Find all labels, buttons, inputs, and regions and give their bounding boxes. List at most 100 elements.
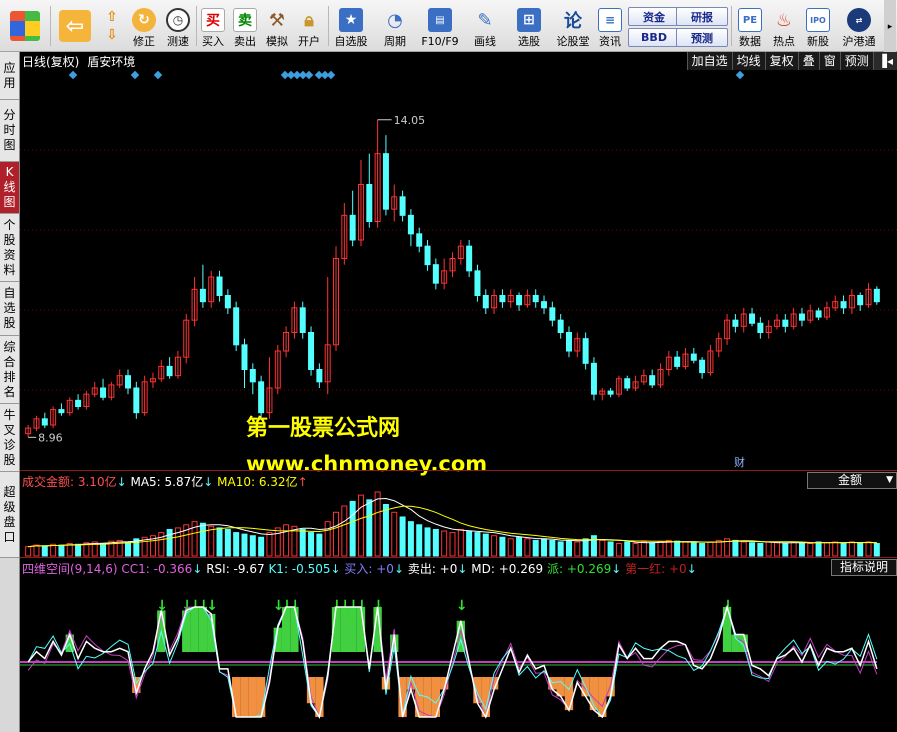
chevron-right-icon: ▸ — [887, 22, 893, 32]
down-arrow-icon: ↓ — [611, 562, 622, 576]
back-button[interactable]: ⇦ — [56, 3, 94, 49]
volume-bar — [524, 538, 531, 557]
candle-body — [407, 214, 414, 235]
volume-bar — [516, 536, 523, 557]
down-arrow-icon: ↓ — [330, 562, 341, 576]
candle-body — [649, 375, 656, 386]
down-arrow-icon: ↓ — [192, 562, 203, 576]
volume-bar — [316, 533, 323, 557]
candle-body — [749, 313, 756, 324]
candle-body — [424, 245, 431, 266]
volume-bar — [507, 538, 514, 557]
volume-bar — [857, 542, 864, 557]
candle-body — [382, 153, 389, 210]
volume-bar — [357, 494, 364, 557]
tab-ranking[interactable]: 综合排名 — [0, 336, 19, 404]
candle-body — [125, 375, 132, 389]
research-report-button[interactable]: 研报 — [676, 7, 728, 26]
volume-bar — [482, 533, 489, 557]
toolbar-item-select-stock[interactable]: ⊞ 选股 — [508, 3, 550, 49]
indicator-down-area — [240, 677, 249, 717]
volume-ma10-label: MA10: 6.32亿 — [217, 475, 298, 489]
toolbar-item-buy[interactable]: 买 买入 — [198, 3, 228, 49]
volume-bar — [873, 543, 880, 557]
buy-signal-arrow-icon: ↓ — [456, 598, 468, 614]
pe-icon: PE — [738, 8, 762, 32]
capital-button[interactable]: 资金 — [628, 7, 680, 26]
toolbar-item-hot[interactable]: ♨ 热点 — [768, 3, 800, 49]
candle-body — [316, 369, 323, 383]
volume-bar — [823, 542, 830, 557]
windows-logo-button[interactable] — [6, 3, 44, 49]
tab-diagnosis[interactable]: 牛叉诊股 — [0, 404, 19, 472]
volume-bar — [100, 543, 107, 557]
toolbar-item-hk-connect[interactable]: ⇄ 沪港通 — [837, 3, 881, 49]
indicator-help-button[interactable]: 指标说明 — [831, 559, 897, 576]
star-folder-icon: ★ — [339, 8, 363, 32]
toolbar-item-ipo[interactable]: IPO 新股 — [802, 3, 834, 49]
up-down-button[interactable]: ⇧ ⇩ — [100, 3, 124, 49]
volume-bar — [582, 538, 589, 557]
candle-body — [399, 196, 406, 216]
volume-bar — [166, 528, 173, 557]
volume-bar — [50, 543, 57, 557]
volume-type-value: 金额 — [838, 473, 863, 487]
volume-panel-title: 成交金额: 3.10亿↓ MA5: 5.87亿↓ MA10: 6.32亿↑ — [22, 473, 308, 490]
tab-watchlist[interactable]: 自选股 — [0, 282, 19, 336]
candle-body — [249, 369, 256, 383]
volume-bar — [233, 532, 240, 557]
volume-bar — [815, 541, 822, 557]
toolbar-item-sell[interactable]: 卖 卖出 — [230, 3, 260, 49]
tab-super-quote[interactable]: 超级盘口 — [0, 472, 19, 558]
indicator-name[interactable]: 四维空间(9,14,6) — [22, 562, 118, 576]
candle-body — [258, 381, 265, 414]
tab-apps[interactable]: 应用 — [0, 52, 19, 100]
toolbar-item-open-account[interactable]: 🔒︎ 开户 — [294, 3, 324, 49]
toolbar-label: 热点 — [773, 35, 795, 48]
volume-bar — [615, 543, 622, 557]
toolbar-overflow-button[interactable]: ▸ — [884, 0, 896, 52]
candle-body — [565, 332, 572, 352]
toolbar-item-simulate[interactable]: ⚒ 模拟 — [262, 3, 292, 49]
candle-body — [798, 313, 805, 321]
candle-body — [308, 332, 315, 370]
toolbar-label: 周期 — [384, 35, 406, 48]
toolbar-item-speed[interactable]: ◷ 测速 — [162, 3, 194, 49]
bbd-button[interactable]: BBD — [628, 28, 680, 47]
pen-icon: ✎ — [477, 9, 493, 31]
candle-body — [815, 310, 822, 318]
volume-bar — [599, 539, 606, 557]
toolbar-item-news[interactable]: ≡ 资讯 — [595, 3, 625, 49]
toolbar-item-f10[interactable]: ▤ F10/F9 — [418, 3, 462, 49]
toolbar-item-period[interactable]: ◔ 周期 — [374, 3, 416, 49]
left-tab-bar: 应用 分时图 K线图 个股资料 自选股 综合排名 牛叉诊股 超级盘口 — [0, 52, 20, 732]
volume-bar — [224, 528, 231, 557]
toolbar-item-refresh[interactable]: ↻ 修正 — [128, 3, 160, 49]
toolbar-item-data[interactable]: PE 数据 — [734, 3, 766, 49]
candle-body — [541, 301, 548, 309]
toolbar-label: 测速 — [167, 35, 189, 48]
tab-kline[interactable]: K线图 — [0, 162, 19, 214]
cycle-icon: ◔ — [387, 9, 403, 31]
forecast-button[interactable]: 预测 — [676, 28, 728, 47]
volume-bar — [790, 541, 797, 557]
up-down-icon: ⇧ ⇩ — [106, 9, 118, 43]
toolbar-label: 论股堂 — [556, 35, 590, 48]
candle-body — [532, 295, 539, 303]
kline-chart[interactable]: 14.058.96财↓ ↓↓↓↓ ↓↓↓ ↓↓↓↓ ↓ ↓ ↓ — [20, 52, 897, 732]
volume-bar — [407, 521, 414, 557]
tab-stock-profile[interactable]: 个股资料 — [0, 214, 19, 282]
down-arrow-icon: ↓ — [686, 562, 697, 576]
tab-intraday[interactable]: 分时图 — [0, 100, 19, 162]
volume-type-dropdown[interactable]: 金额 ▼ — [807, 472, 897, 489]
candle-body — [732, 319, 739, 327]
indicator-k1: K1: -0.505 — [268, 562, 331, 576]
toolbar-item-draw[interactable]: ✎ 画线 — [464, 3, 506, 49]
toolbar-label: 选股 — [518, 35, 540, 48]
volume-bar — [549, 539, 556, 557]
volume-bar — [682, 541, 689, 557]
toolbar-item-forum[interactable]: 论 论股堂 — [553, 3, 593, 49]
toolbar-item-watchlist[interactable]: ★ 自选股 — [330, 3, 372, 49]
candle-body — [516, 295, 523, 306]
volume-bar — [632, 543, 639, 557]
